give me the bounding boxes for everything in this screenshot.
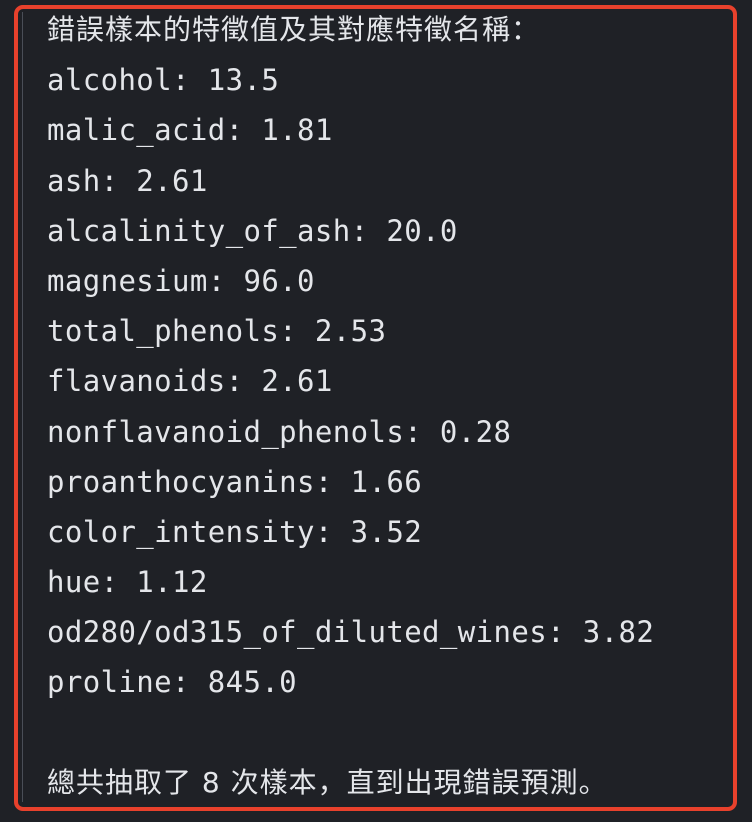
output-gutter-line <box>22 12 23 802</box>
terminal-output-panel: 錯誤樣本的特徵值及其對應特徵名稱： alcohol: 13.5 malic_ac… <box>0 0 752 822</box>
feature-line-proline: proline: 845.0 <box>47 665 298 700</box>
feature-line-color-intensity: color_intensity: 3.52 <box>47 514 423 549</box>
feature-line-alcohol: alcohol: 13.5 <box>47 63 280 98</box>
feature-line-alcalinity-of-ash: alcalinity_of_ash: 20.0 <box>47 213 458 248</box>
feature-line-nonflavanoid-phenols: nonflavanoid_phenols: 0.28 <box>47 414 512 449</box>
feature-line-od280-od315: od280/od315_of_diluted_wines: 3.82 <box>47 615 655 650</box>
feature-line-flavanoids: flavanoids: 2.61 <box>47 364 333 399</box>
feature-line-proanthocyanins: proanthocyanins: 1.66 <box>47 464 423 499</box>
sampling-summary-line: 總共抽取了 8 次樣本，直到出現錯誤預測。 <box>47 766 608 799</box>
feature-line-ash: ash: 2.61 <box>47 163 208 198</box>
output-heading: 錯誤樣本的特徵值及其對應特徵名稱： <box>47 13 541 46</box>
feature-line-hue: hue: 1.12 <box>47 565 208 600</box>
feature-line-total-phenols: total_phenols: 2.53 <box>47 314 387 349</box>
feature-output-list: 錯誤樣本的特徵值及其對應特徵名稱： alcohol: 13.5 malic_ac… <box>47 10 752 713</box>
feature-line-magnesium: magnesium: 96.0 <box>47 263 315 298</box>
feature-line-malic-acid: malic_acid: 1.81 <box>47 113 333 148</box>
